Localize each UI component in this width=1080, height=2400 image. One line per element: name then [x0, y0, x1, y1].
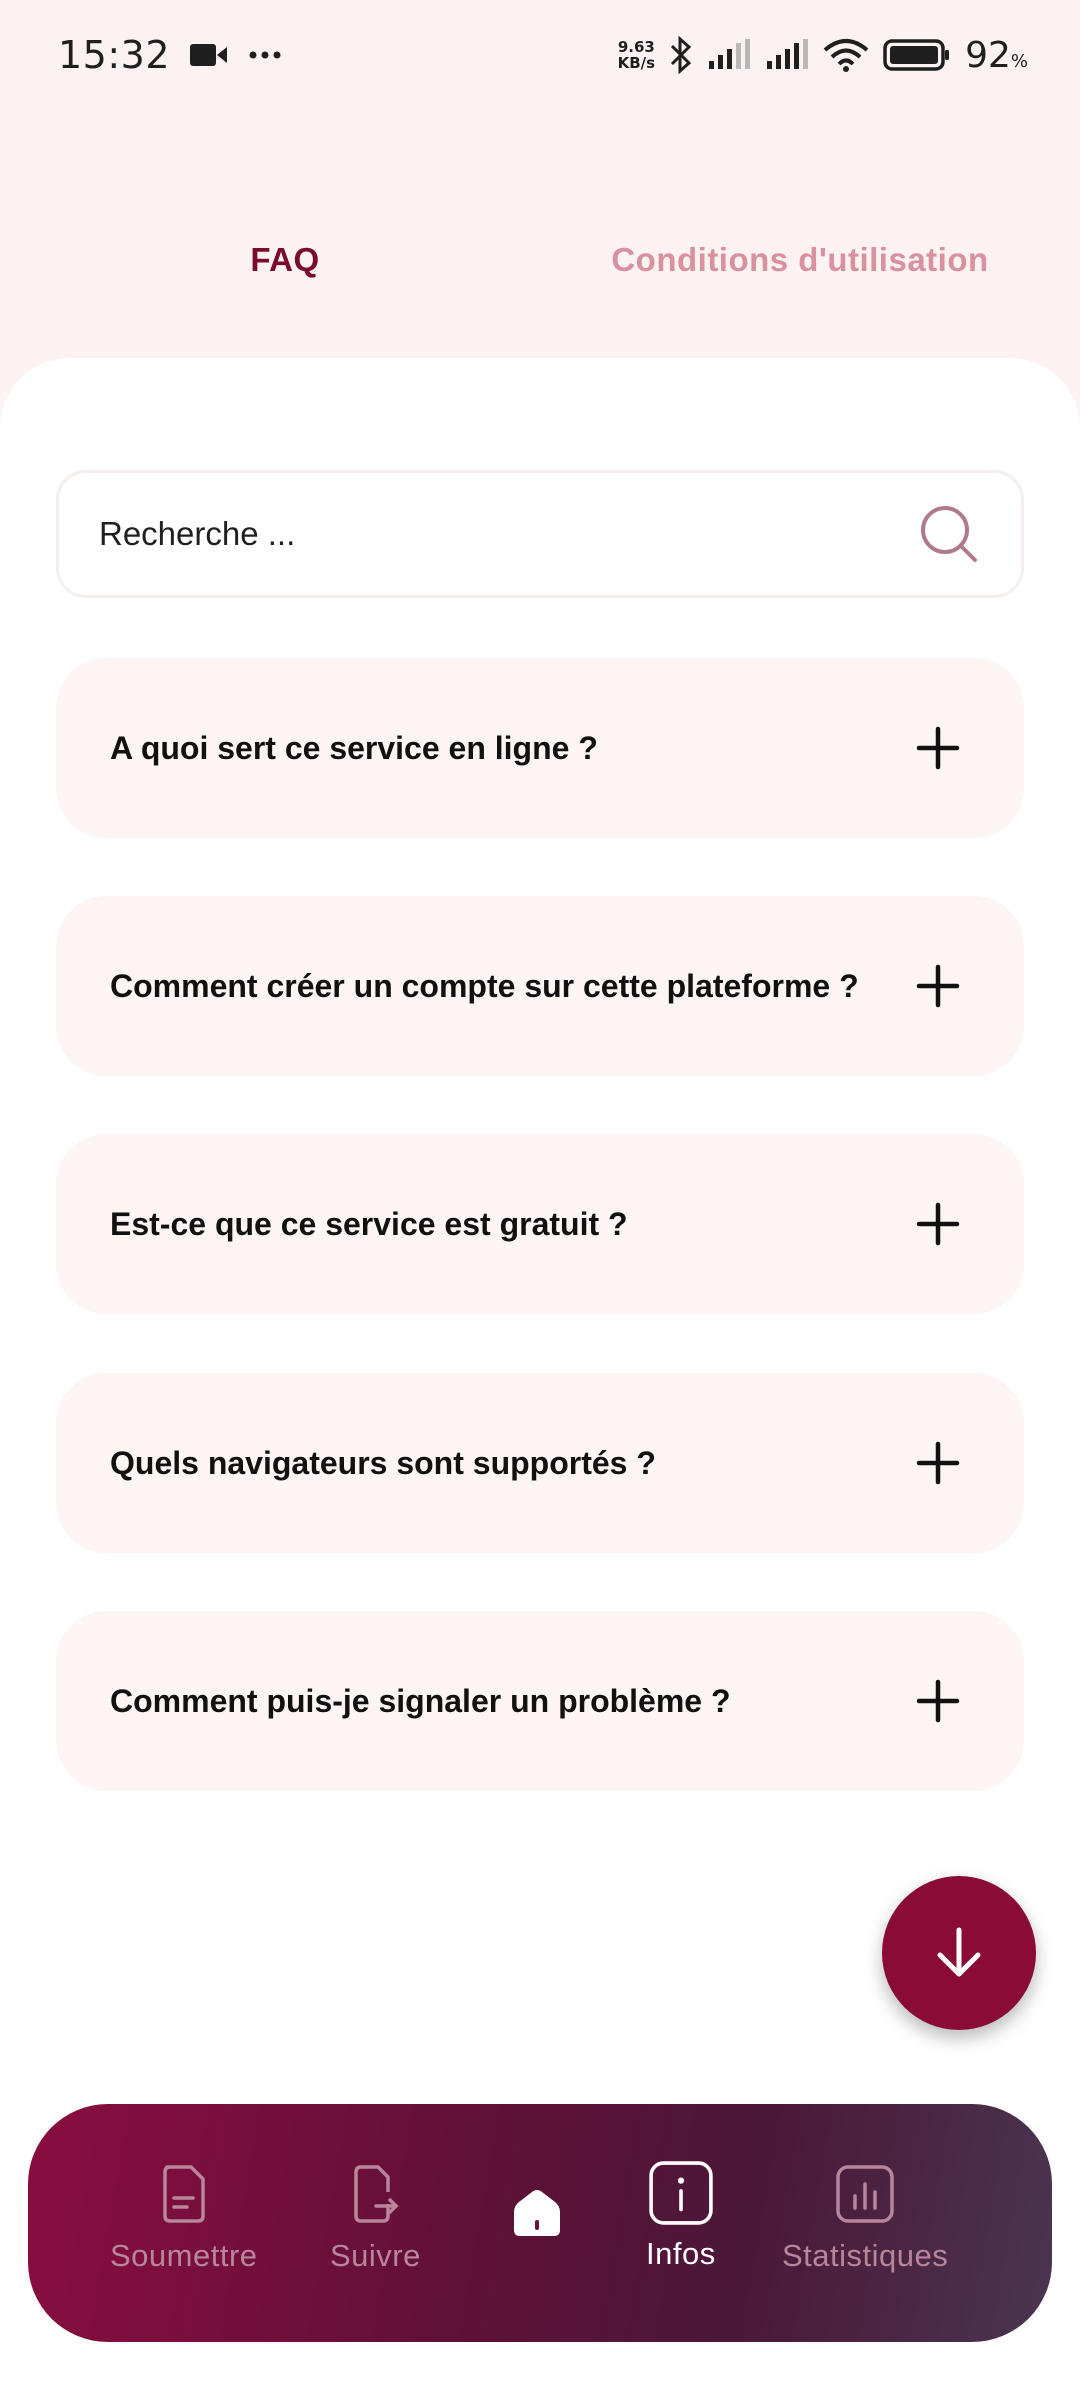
faq-question: Comment créer un compte sur cette platef… — [110, 967, 859, 1004]
nav-item-home[interactable] — [510, 2184, 564, 2244]
battery-percent: 92% — [965, 34, 1028, 76]
faq-question: Comment puis-je signaler un problème ? — [110, 1682, 731, 1719]
plus-icon[interactable] — [916, 1202, 960, 1246]
status-time: 15:32 — [58, 33, 171, 77]
tab-bar: FAQ Conditions d'utilisation — [0, 220, 1080, 300]
plus-icon[interactable] — [916, 1679, 960, 1723]
bluetooth-icon — [671, 36, 692, 74]
faq-item[interactable]: Comment puis-je signaler un problème ? — [56, 1611, 1024, 1791]
more-dots-icon — [249, 51, 281, 59]
search-icon[interactable] — [917, 502, 981, 566]
search-input[interactable] — [99, 515, 917, 553]
plus-icon[interactable] — [916, 726, 960, 770]
signal-icon-2 — [767, 39, 809, 69]
nav-label: Statistiques — [782, 2238, 949, 2273]
signal-icon — [709, 39, 751, 69]
tab-terms-of-use[interactable]: Conditions d'utilisation — [590, 220, 1010, 300]
faq-question: Est-ce que ce service est gratuit ? — [110, 1205, 628, 1242]
nav-label: Infos — [646, 2236, 716, 2271]
status-bar: 15:32 9.63 KB/s 92% — [0, 0, 1080, 110]
nav-item-info[interactable]: Infos — [646, 2161, 716, 2272]
document-icon — [163, 2165, 205, 2223]
faq-item[interactable]: Quels navigateurs sont supportés ? — [56, 1373, 1024, 1553]
info-icon — [649, 2161, 713, 2225]
plus-icon[interactable] — [916, 964, 960, 1008]
chart-icon — [836, 2165, 894, 2223]
faq-item[interactable]: A quoi sert ce service en ligne ? — [56, 658, 1024, 838]
video-camera-icon — [190, 44, 228, 66]
nav-label: Soumettre — [110, 2238, 258, 2273]
wifi-icon — [823, 39, 869, 72]
scroll-down-button[interactable] — [882, 1876, 1036, 2030]
tab-faq[interactable]: FAQ — [180, 220, 390, 300]
nav-label: Suivre — [330, 2238, 421, 2273]
network-speed: 9.63 KB/s — [617, 38, 656, 72]
plus-icon[interactable] — [916, 1441, 960, 1485]
faq-item[interactable]: Comment créer un compte sur cette platef… — [56, 896, 1024, 1076]
nav-item-statistics[interactable]: Statistiques — [782, 2164, 948, 2274]
nav-item-track[interactable]: Suivre — [330, 2164, 421, 2274]
arrow-down-icon — [937, 1927, 981, 1977]
battery-icon — [883, 39, 950, 71]
faq-question: A quoi sert ce service en ligne ? — [110, 729, 598, 766]
bottom-navigation: Soumettre Suivre Infos Statistiques — [28, 2104, 1052, 2342]
search-box[interactable] — [56, 470, 1024, 598]
nav-item-submit[interactable]: Soumettre — [110, 2164, 258, 2274]
faq-question: Quels navigateurs sont supportés ? — [110, 1444, 656, 1481]
file-forward-icon — [354, 2165, 399, 2223]
faq-item[interactable]: Est-ce que ce service est gratuit ? — [56, 1134, 1024, 1314]
home-icon — [514, 2190, 560, 2236]
